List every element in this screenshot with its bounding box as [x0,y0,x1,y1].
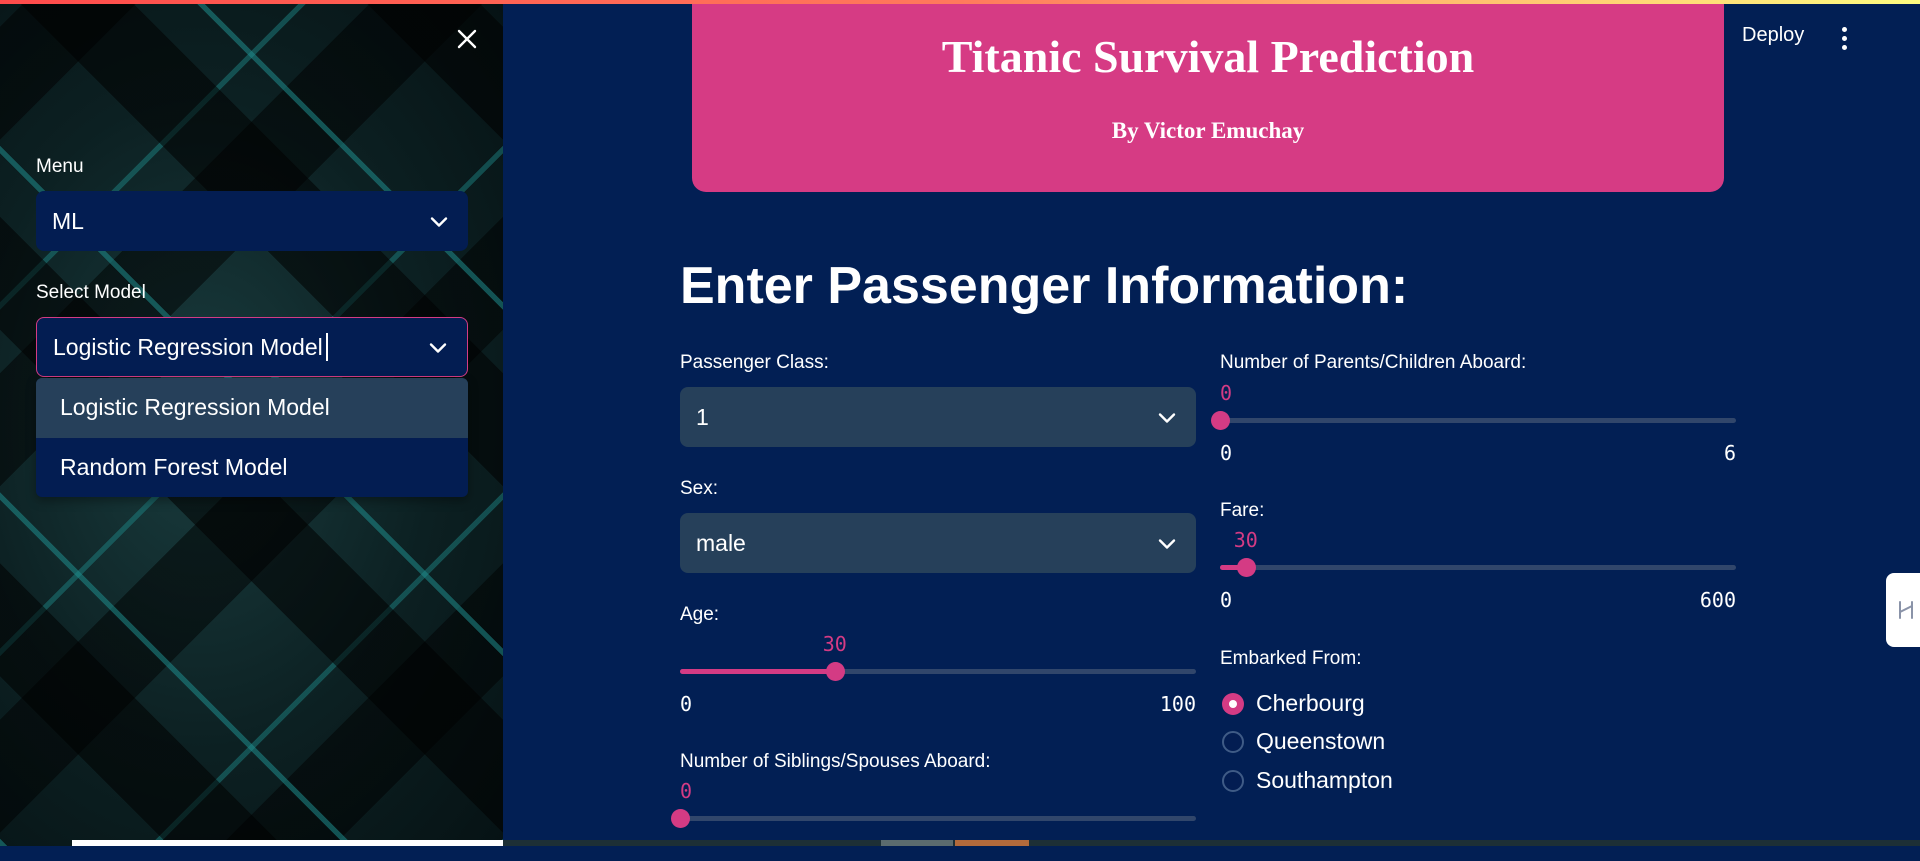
radio-label: Cherbourg [1256,690,1365,716]
radio-dot [1222,692,1244,715]
deploy-button[interactable]: Deploy [1742,24,1804,47]
fare-slider[interactable]: 30 0 600 [1220,520,1736,612]
chevron-down-icon [430,208,448,235]
radio-southampton[interactable]: Southampton [1222,767,1393,794]
bottom-bar-segment [881,840,953,846]
radio-dot [1222,730,1244,753]
model-option-random-forest[interactable]: Random Forest Model [36,438,468,498]
parch-label: Number of Parents/Children Aboard: [1220,352,1527,373]
sidebar: Menu ML Select Model Logistic Regression… [0,0,503,846]
kebab-menu-icon[interactable] [1832,22,1856,54]
model-dropdown: Logistic Regression Model Random Forest … [36,378,468,497]
pclass-label: Passenger Class: [680,352,829,373]
slider-max: 100 [1159,692,1196,716]
slider-thumb[interactable] [1236,558,1256,577]
age-label: Age: [680,604,720,625]
radio-label: Southampton [1256,767,1393,793]
bottom-bar-segment [955,840,1029,846]
model-label: Select Model [36,282,146,303]
section-title: Enter Passenger Information: [680,257,1409,315]
slider-min: 0 [1220,588,1233,612]
sex-label: Sex: [680,478,719,499]
top-decoration [0,0,1920,4]
slider-max: 6 [1723,441,1736,465]
slider-thumb[interactable] [825,662,845,681]
radio-cherbourg[interactable]: Cherbourg [1222,690,1365,717]
pclass-select[interactable]: 1 [680,387,1196,447]
bottom-bar [503,840,1920,846]
slider-track [680,816,1196,821]
slider-thumb[interactable] [1211,411,1230,430]
chevron-down-icon [1158,530,1176,557]
model-option-logistic-regression[interactable]: Logistic Regression Model [36,378,468,438]
slider-thumb[interactable] [671,809,690,828]
page-title: Titanic Survival Prediction [941,31,1475,82]
menu-label: Menu [36,156,84,177]
text-caret [325,333,328,361]
slider-value: 30 [822,632,847,656]
slider-track [1220,565,1736,570]
parch-slider[interactable]: 0 0 6 [1211,373,1736,465]
chevron-down-icon [1158,404,1176,431]
slider-min: 0 [1220,441,1233,465]
slider-track [1220,418,1736,423]
bottom-strip [72,840,503,846]
slider-fill [680,669,835,674]
sex-select[interactable]: male [680,513,1196,573]
byline: By Victor Emuchay [1111,118,1305,143]
slider-value: 30 [1233,528,1258,552]
title-banner: Titanic Survival Prediction By Victor Em… [692,0,1724,192]
radio-label: Queenstown [1256,728,1386,754]
embarked-label: Embarked From: [1220,648,1362,669]
sex-value: male [696,529,746,556]
radio-dot [1222,769,1244,792]
pclass-value: 1 [696,403,709,430]
age-slider[interactable]: 30 0 100 [680,624,1196,716]
sibsp-slider[interactable]: 0 [671,771,1196,861]
sibsp-label: Number of Siblings/Spouses Aboard: [680,751,991,772]
radio-queenstown[interactable]: Queenstown [1222,728,1385,755]
menu-select-value: ML [52,207,84,234]
close-icon[interactable] [450,22,484,56]
sidebar-handle-icon[interactable] [1886,573,1920,647]
fare-label: Fare: [1220,500,1265,521]
slider-max: 600 [1699,588,1736,612]
slider-value: 0 [679,779,693,803]
slider-value: 0 [1219,381,1233,405]
slider-min: 0 [680,692,693,716]
chevron-down-icon [429,334,447,361]
menu-select[interactable]: ML [36,191,468,251]
model-select[interactable]: Logistic Regression Model [36,317,468,377]
model-select-input[interactable]: Logistic Regression Model [53,334,323,361]
